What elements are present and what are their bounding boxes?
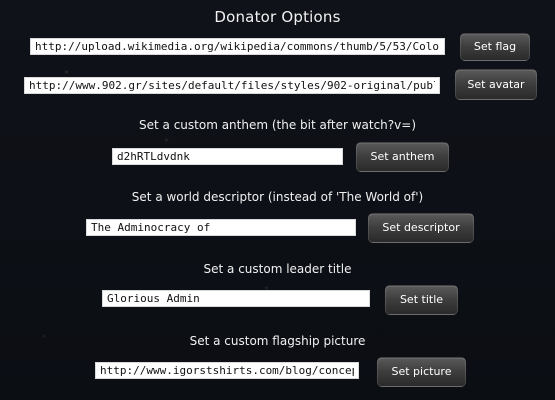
set-descriptor-button[interactable]: Set descriptor — [368, 213, 474, 243]
leader-title-field[interactable] — [102, 290, 370, 307]
leader-title-label: Set a custom leader title — [203, 262, 352, 276]
set-anthem-button[interactable]: Set anthem — [356, 142, 449, 172]
flagship-label: Set a custom flagship picture — [189, 334, 366, 348]
set-picture-button[interactable]: Set picture — [377, 357, 466, 387]
set-flag-button[interactable]: Set flag — [460, 33, 530, 61]
set-title-button[interactable]: Set title — [385, 285, 458, 315]
anthem-code-field[interactable] — [112, 148, 343, 165]
flagship-url-field[interactable] — [95, 362, 359, 379]
set-avatar-button[interactable]: Set avatar — [455, 69, 537, 100]
anthem-label: Set a custom anthem (the bit after watch… — [139, 118, 416, 132]
descriptor-label: Set a world descriptor (instead of 'The … — [131, 190, 424, 204]
page-title: Donator Options — [214, 8, 341, 26]
flag-url-field[interactable] — [30, 38, 445, 55]
avatar-url-field[interactable] — [24, 77, 440, 94]
descriptor-field[interactable] — [86, 219, 356, 236]
